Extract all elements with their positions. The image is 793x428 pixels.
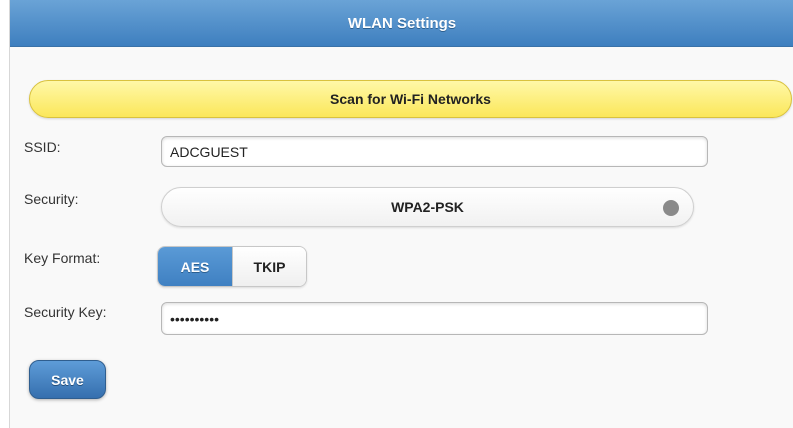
ssid-input[interactable] [161, 136, 708, 167]
key-format-tkip-option[interactable]: TKIP [232, 247, 306, 286]
security-selected-value: WPA2-PSK [391, 199, 464, 215]
page-header: WLAN Settings [10, 0, 793, 47]
scan-wifi-label: Scan for Wi-Fi Networks [330, 91, 491, 107]
save-button-label: Save [51, 371, 84, 388]
key-format-label: Key Format: [24, 250, 101, 266]
scan-wifi-button[interactable]: Scan for Wi-Fi Networks [29, 80, 792, 118]
security-select[interactable]: WPA2-PSK [161, 187, 694, 227]
save-button[interactable]: Save [29, 360, 106, 399]
security-label: Security: [24, 191, 79, 207]
security-key-label: Security Key: [24, 304, 107, 320]
key-format-aes-option[interactable]: AES [158, 247, 232, 286]
dropdown-indicator-icon [663, 200, 679, 216]
security-key-input[interactable] [161, 302, 708, 335]
wlan-settings-page: WLAN Settings Scan for Wi-Fi Networks SS… [9, 0, 793, 428]
key-format-toggle: AES TKIP [157, 246, 307, 287]
ssid-label: SSID: [24, 139, 61, 155]
page-title: WLAN Settings [347, 14, 457, 32]
